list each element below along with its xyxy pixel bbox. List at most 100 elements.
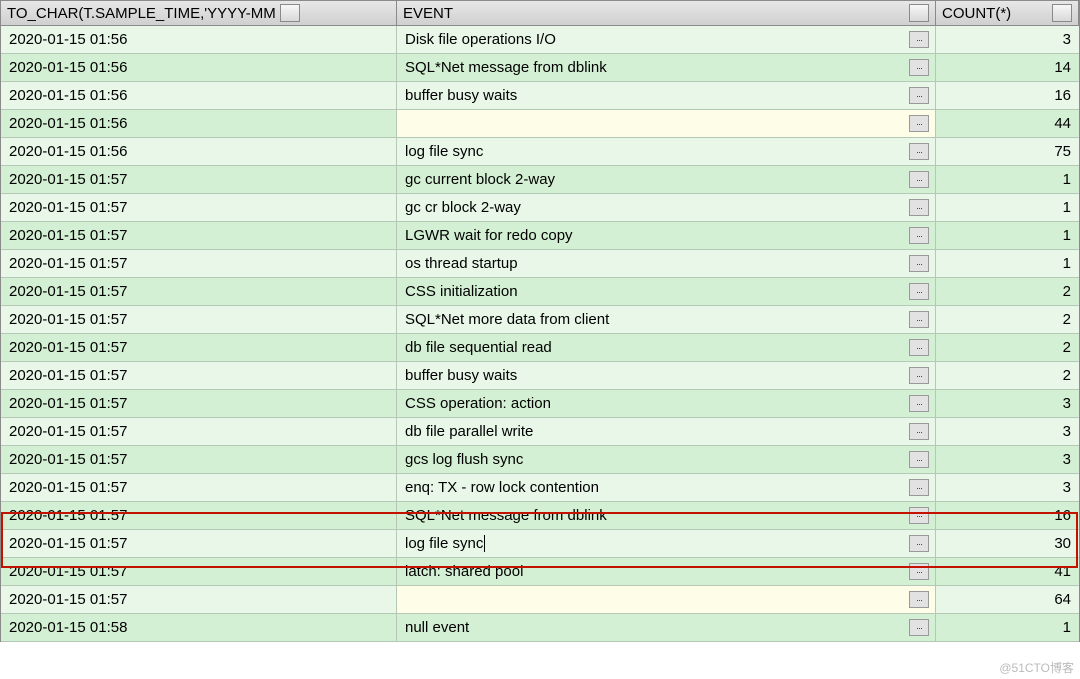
cell-event[interactable]: ··· xyxy=(397,110,936,137)
cell-event[interactable]: log file sync··· xyxy=(397,138,936,165)
column-menu-button[interactable] xyxy=(1052,4,1072,22)
table-row[interactable]: 2020-01-15 01:57LGWR wait for redo copy·… xyxy=(1,222,1079,250)
cell-event-text: latch: shared pool xyxy=(405,563,523,580)
cell-more-button[interactable]: ··· xyxy=(909,535,929,552)
table-row[interactable]: 2020-01-15 01:57CSS initialization···2 xyxy=(1,278,1079,306)
cell-event[interactable]: os thread startup··· xyxy=(397,250,936,277)
table-row[interactable]: 2020-01-15 01:57latch: shared pool···41 xyxy=(1,558,1079,586)
table-row[interactable]: 2020-01-15 01:56SQL*Net message from dbl… xyxy=(1,54,1079,82)
cell-more-button[interactable]: ··· xyxy=(909,199,929,216)
table-row[interactable]: 2020-01-15 01:58null event···1 xyxy=(1,614,1079,642)
cell-event[interactable]: db file parallel write··· xyxy=(397,418,936,445)
cell-more-button[interactable]: ··· xyxy=(909,31,929,48)
cell-more-button[interactable]: ··· xyxy=(909,87,929,104)
column-header-label: COUNT(*) xyxy=(942,5,1011,22)
cell-more-button[interactable]: ··· xyxy=(909,423,929,440)
table-row[interactable]: 2020-01-15 01:56Disk file operations I/O… xyxy=(1,26,1079,54)
table-row[interactable]: 2020-01-15 01:57···64 xyxy=(1,586,1079,614)
table-row[interactable]: 2020-01-15 01:56···44 xyxy=(1,110,1079,138)
table-row[interactable]: 2020-01-15 01:56log file sync···75 xyxy=(1,138,1079,166)
cell-more-button[interactable]: ··· xyxy=(909,143,929,160)
cell-event[interactable]: SQL*Net message from dblink··· xyxy=(397,54,936,81)
cell-count: 3 xyxy=(936,418,1079,445)
column-header-sample-time[interactable]: TO_CHAR(T.SAMPLE_TIME,'YYYY-MM xyxy=(1,1,397,25)
table-row[interactable]: 2020-01-15 01:57SQL*Net message from dbl… xyxy=(1,502,1079,530)
cell-sample-time: 2020-01-15 01:56 xyxy=(1,110,397,137)
cell-event[interactable]: SQL*Net message from dblink··· xyxy=(397,502,936,529)
cell-more-button[interactable]: ··· xyxy=(909,479,929,496)
table-row[interactable]: 2020-01-15 01:57os thread startup···1 xyxy=(1,250,1079,278)
cell-event[interactable]: LGWR wait for redo copy··· xyxy=(397,222,936,249)
cell-event[interactable]: buffer busy waits··· xyxy=(397,362,936,389)
table-row[interactable]: 2020-01-15 01:57db file sequential read·… xyxy=(1,334,1079,362)
cell-count: 30 xyxy=(936,530,1079,557)
cell-event[interactable]: null event··· xyxy=(397,614,936,641)
cell-event[interactable]: gc cr block 2-way ··· xyxy=(397,194,936,221)
cell-sample-time: 2020-01-15 01:57 xyxy=(1,194,397,221)
cell-more-button[interactable]: ··· xyxy=(909,227,929,244)
cell-sample-time: 2020-01-15 01:57 xyxy=(1,334,397,361)
cell-event[interactable]: enq: TX - row lock contention ··· xyxy=(397,474,936,501)
cell-count: 2 xyxy=(936,278,1079,305)
cell-sample-time: 2020-01-15 01:57 xyxy=(1,530,397,557)
cell-more-button[interactable]: ··· xyxy=(909,591,929,608)
cell-sample-time: 2020-01-15 01:56 xyxy=(1,138,397,165)
cell-more-button[interactable]: ··· xyxy=(909,283,929,300)
cell-count: 1 xyxy=(936,194,1079,221)
cell-count: 3 xyxy=(936,26,1079,53)
cell-sample-time: 2020-01-15 01:57 xyxy=(1,222,397,249)
table-row[interactable]: 2020-01-15 01:57log file sync···30 xyxy=(1,530,1079,558)
cell-sample-time: 2020-01-15 01:57 xyxy=(1,502,397,529)
cell-event[interactable]: gcs log flush sync··· xyxy=(397,446,936,473)
cell-count: 16 xyxy=(936,502,1079,529)
cell-more-button[interactable]: ··· xyxy=(909,507,929,524)
cell-event[interactable]: SQL*Net more data from client··· xyxy=(397,306,936,333)
cell-sample-time: 2020-01-15 01:58 xyxy=(1,614,397,641)
cell-more-button[interactable]: ··· xyxy=(909,367,929,384)
cell-event[interactable]: db file sequential read··· xyxy=(397,334,936,361)
cell-event[interactable]: CSS initialization··· xyxy=(397,278,936,305)
cell-more-button[interactable]: ··· xyxy=(909,171,929,188)
table-row[interactable]: 2020-01-15 01:57enq: TX - row lock conte… xyxy=(1,474,1079,502)
cell-more-button[interactable]: ··· xyxy=(909,451,929,468)
column-header-count[interactable]: COUNT(*) xyxy=(936,1,1079,25)
cell-count: 75 xyxy=(936,138,1079,165)
cell-event[interactable]: gc current block 2-way··· xyxy=(397,166,936,193)
table-row[interactable]: 2020-01-15 01:57gcs log flush sync···3 xyxy=(1,446,1079,474)
cell-more-button[interactable]: ··· xyxy=(909,619,929,636)
grid-header: TO_CHAR(T.SAMPLE_TIME,'YYYY-MM EVENT COU… xyxy=(1,1,1079,26)
column-header-event[interactable]: EVENT xyxy=(397,1,936,25)
cell-more-button[interactable]: ··· xyxy=(909,255,929,272)
table-row[interactable]: 2020-01-15 01:56buffer busy waits···16 xyxy=(1,82,1079,110)
cell-count: 2 xyxy=(936,334,1079,361)
cell-more-button[interactable]: ··· xyxy=(909,311,929,328)
cell-more-button[interactable]: ··· xyxy=(909,339,929,356)
cell-more-button[interactable]: ··· xyxy=(909,563,929,580)
cell-more-button[interactable]: ··· xyxy=(909,395,929,412)
cell-event-text: enq: TX - row lock contention xyxy=(405,479,599,496)
cell-event-text: gc cr block 2-way xyxy=(405,199,521,216)
cell-event[interactable]: Disk file operations I/O··· xyxy=(397,26,936,53)
table-row[interactable]: 2020-01-15 01:57SQL*Net more data from c… xyxy=(1,306,1079,334)
column-menu-button[interactable] xyxy=(909,4,929,22)
watermark-text: @51CTO博客 xyxy=(999,659,1074,676)
table-row[interactable]: 2020-01-15 01:57buffer busy waits···2 xyxy=(1,362,1079,390)
column-menu-button[interactable] xyxy=(280,4,300,22)
cell-sample-time: 2020-01-15 01:57 xyxy=(1,586,397,613)
cell-count: 3 xyxy=(936,446,1079,473)
cell-event[interactable]: buffer busy waits··· xyxy=(397,82,936,109)
cell-event[interactable]: ··· xyxy=(397,586,936,613)
table-row[interactable]: 2020-01-15 01:57CSS operation: action···… xyxy=(1,390,1079,418)
cell-event[interactable]: latch: shared pool ··· xyxy=(397,558,936,585)
cell-event[interactable]: log file sync··· xyxy=(397,530,936,557)
cell-count: 3 xyxy=(936,390,1079,417)
table-row[interactable]: 2020-01-15 01:57 gc cr block 2-way ··· 1 xyxy=(1,194,1079,222)
cell-sample-time: 2020-01-15 01:57 xyxy=(1,474,397,501)
table-row[interactable]: 2020-01-15 01:57gc current block 2-way··… xyxy=(1,166,1079,194)
cell-more-button[interactable]: ··· xyxy=(909,115,929,132)
cell-event-text: CSS operation: action xyxy=(405,395,551,412)
cell-more-button[interactable]: ··· xyxy=(909,59,929,76)
cell-event[interactable]: CSS operation: action ··· xyxy=(397,390,936,417)
cell-count: 2 xyxy=(936,362,1079,389)
table-row[interactable]: 2020-01-15 01:57db file parallel write··… xyxy=(1,418,1079,446)
